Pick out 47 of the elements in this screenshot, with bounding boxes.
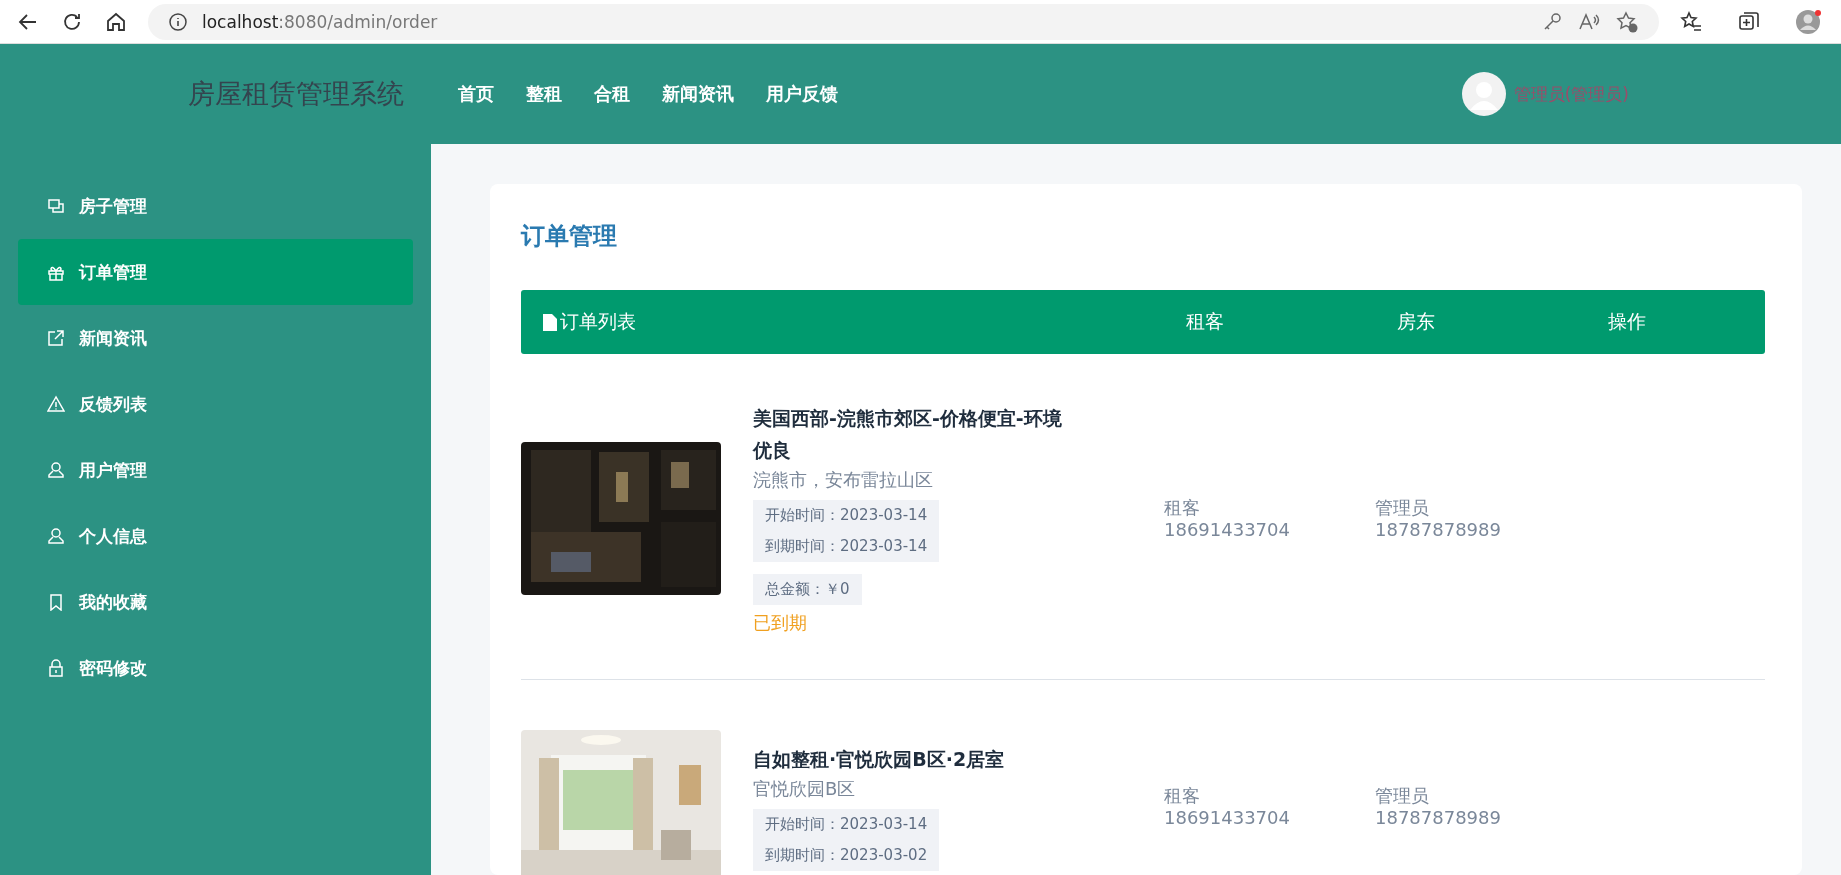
nav-link[interactable]: 新闻资讯 xyxy=(662,82,734,106)
nav-link[interactable]: 首页 xyxy=(458,82,494,106)
sidebar-item[interactable]: 订单管理 xyxy=(18,239,413,305)
house-title[interactable]: 美国西部-浣熊市郊区-价格便宜-环境优良 xyxy=(753,402,1073,466)
nav-link[interactable]: 用户反馈 xyxy=(766,82,838,106)
column-header: 房东 xyxy=(1396,309,1435,334)
tenant-label: 租客 xyxy=(1164,784,1201,807)
sidebar-item[interactable]: 个人信息 xyxy=(18,503,413,569)
sidebar-item[interactable]: 房子管理 xyxy=(18,173,413,239)
info-icon xyxy=(168,11,188,32)
sidebar-item[interactable]: 新闻资讯 xyxy=(18,305,413,371)
user-icon xyxy=(47,461,65,479)
warning-icon xyxy=(47,395,65,413)
lock-icon xyxy=(47,659,65,677)
document-icon xyxy=(543,313,557,331)
landlord-phone: 18787878989 xyxy=(1375,806,1502,829)
column-header: 操作 xyxy=(1607,309,1646,334)
column-header: 订单列表 xyxy=(560,309,636,334)
external-link-icon xyxy=(47,329,65,347)
favorites-icon[interactable] xyxy=(1679,9,1703,34)
house-address: 官悦欣园B区 xyxy=(753,776,856,801)
landlord-label: 管理员 xyxy=(1375,784,1430,807)
site-title: 房屋租赁管理系统 xyxy=(188,77,404,111)
tenant-label: 租客 xyxy=(1164,496,1201,519)
house-title[interactable]: 自如整租·官悦欣园B区·2居室 xyxy=(753,742,1005,775)
tenant-phone: 18691433704 xyxy=(1164,806,1291,829)
total-amount: 总金额：￥0 xyxy=(753,574,862,605)
avatar-icon[interactable] xyxy=(1461,72,1506,116)
nav-link[interactable]: 合租 xyxy=(594,82,630,106)
user-icon xyxy=(47,527,65,545)
favorite-add-icon[interactable] xyxy=(1615,9,1639,34)
column-header: 租客 xyxy=(1185,309,1224,334)
page-title: 订单管理 xyxy=(521,221,618,252)
sidebar-item[interactable]: 反馈列表 xyxy=(18,371,413,437)
sidebar-item[interactable]: 密码修改 xyxy=(18,635,413,701)
bookmark-icon xyxy=(47,593,65,611)
profile-avatar-icon[interactable] xyxy=(1795,8,1821,35)
nav-link[interactable]: 整租 xyxy=(526,82,562,106)
sidebar-item[interactable]: 我的收藏 xyxy=(18,569,413,635)
landlord-phone: 18787878989 xyxy=(1375,518,1502,541)
house-address: 浣熊市，安布雷拉山区 xyxy=(753,468,933,492)
tenant-phone: 18691433704 xyxy=(1164,518,1291,541)
windows-icon xyxy=(47,197,65,215)
landlord-label: 管理员 xyxy=(1375,496,1430,519)
order-status: 已到期 xyxy=(753,611,807,635)
address-bar[interactable]: localhost:8080/admin/order xyxy=(148,3,1659,40)
sidebar-item[interactable]: 用户管理 xyxy=(18,437,413,503)
